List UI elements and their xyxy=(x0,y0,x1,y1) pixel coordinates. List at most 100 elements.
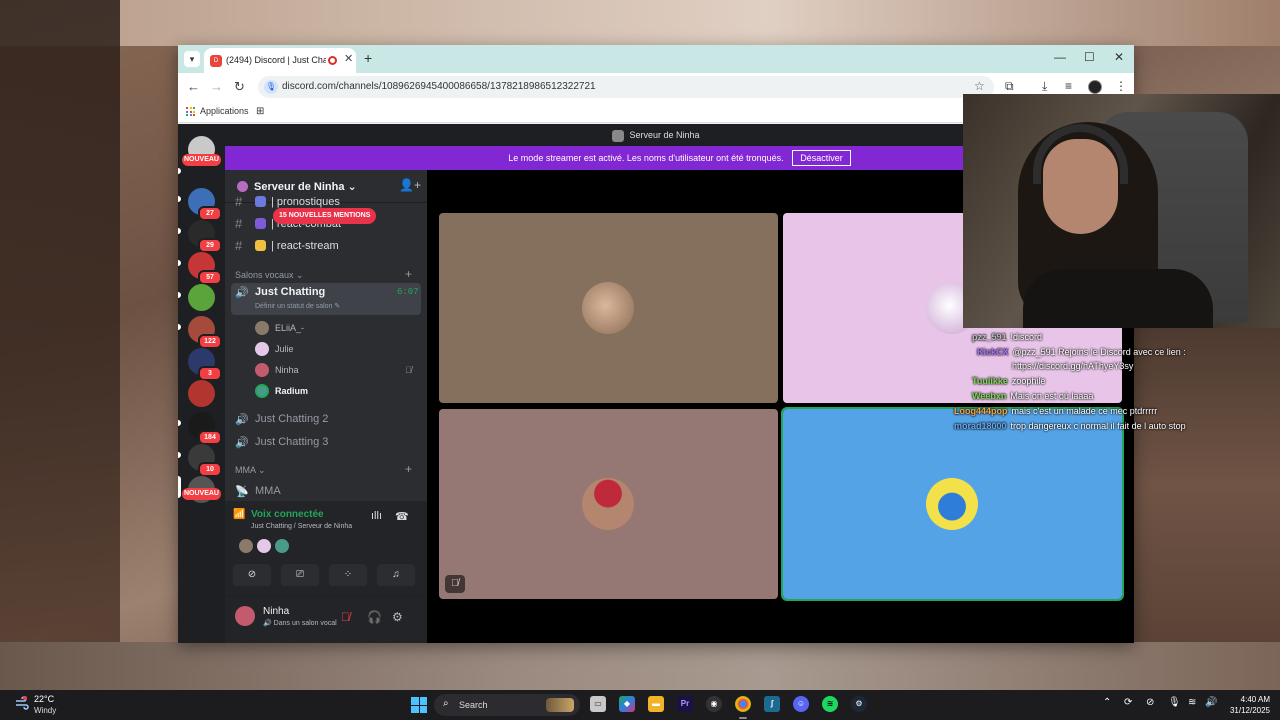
file-explorer-icon[interactable]: ▬ xyxy=(648,696,664,712)
search-highlight-icon xyxy=(546,698,574,712)
invite-people-icon[interactable]: 👤+ xyxy=(399,178,421,192)
obs-icon[interactable]: ◉ xyxy=(706,696,722,712)
sync-icon[interactable]: ⟳ xyxy=(1124,697,1132,708)
steam-icon[interactable]: ⚙ xyxy=(851,696,867,712)
windows-start-icon[interactable] xyxy=(411,697,427,713)
tab-discord[interactable]: D (2494) Discord | Just Chatting ✕ xyxy=(204,48,356,73)
avatar xyxy=(255,342,269,356)
server-rail: NOUVEAU 27 29 57 122 3 184 10 NOUVEAU xyxy=(178,136,225,643)
microphone-permission-icon[interactable]: 🎙 xyxy=(264,80,278,94)
participant-tile[interactable] xyxy=(439,213,778,403)
server-icon-5[interactable] xyxy=(188,284,215,311)
channel-label: | react-stream xyxy=(271,240,339,252)
soundboard-button[interactable]: ♫ xyxy=(377,564,415,586)
spotify-icon[interactable]: ≋ xyxy=(822,696,838,712)
user-name: Ninha xyxy=(263,606,290,617)
avatar xyxy=(582,478,634,530)
participant-tile-speaking[interactable] xyxy=(781,407,1124,601)
member-name: Julie xyxy=(275,344,294,354)
member-name: Radium xyxy=(275,386,309,396)
windows-taskbar: 22°C Windy ⌕ Search ▭ ◆ ▬ Pr ◉ ʃ ☺ ≋ ⚙ ⌃… xyxy=(0,690,1280,720)
activities-button[interactable]: ⁘ xyxy=(329,564,367,586)
hash-icon: # xyxy=(235,194,243,209)
tray-overflow-icon[interactable]: ⌃ xyxy=(1103,697,1111,708)
taskbar-search[interactable]: ⌕ Search xyxy=(434,694,580,716)
user-panel: Ninha 🔊 Dans un salon vocal 🎙̸ 🎧 ⚙ xyxy=(225,596,427,643)
server-badge: 122 xyxy=(198,334,222,349)
unread-pill xyxy=(178,292,181,298)
bookmark-star-icon[interactable]: ☆ xyxy=(974,79,985,93)
task-view-icon[interactable]: ▭ xyxy=(590,696,606,712)
voice-category[interactable]: Salons vocaux ⌄ xyxy=(235,270,304,281)
new-tab-icon[interactable]: + xyxy=(364,50,372,66)
new-mentions-pill[interactable]: 15 NOUVELLES MENTIONS xyxy=(273,208,377,224)
apps-grid-icon[interactable] xyxy=(186,107,196,117)
tab-title: (2494) Discord | Just Chatting xyxy=(226,55,326,65)
nouveau-badge: NOUVEAU xyxy=(182,488,221,500)
tab-search-dropdown-icon[interactable]: ▾ xyxy=(184,51,200,67)
avatar xyxy=(255,363,269,377)
voice-location[interactable]: Just Chatting / Serveur de Ninha xyxy=(251,523,352,530)
voice-channel-just-chatting[interactable]: 🔊 Just Chatting 6:07 Définir un statut d… xyxy=(231,283,421,315)
headphones-icon[interactable]: 🎧 xyxy=(367,610,382,624)
wifi-icon[interactable]: ≋ xyxy=(1188,697,1196,708)
participant-tile[interactable]: 🎙̸ xyxy=(439,409,778,599)
user-status: 🔊 Dans un salon vocal xyxy=(263,620,337,627)
add-channel-icon[interactable]: + xyxy=(405,267,412,281)
bookmark-applications[interactable]: Applications xyxy=(200,106,249,116)
weather-condition[interactable]: Windy xyxy=(34,706,56,715)
hash-icon: # xyxy=(235,238,243,253)
minimize-icon[interactable]: — xyxy=(1054,50,1066,64)
chat-message: morad18000 trop dangereux c normal il fai… xyxy=(954,421,1186,431)
voice-channel-just-chatting-3[interactable]: 🔊 Just Chatting 3 xyxy=(231,433,421,453)
notifications-off-icon[interactable]: ⊘ xyxy=(1146,697,1154,708)
camera-off-button[interactable]: ⊘ xyxy=(233,564,271,586)
noise-suppression-icon[interactable]: ıllı xyxy=(371,510,382,522)
screen-share-button[interactable]: ⎚ xyxy=(281,564,319,586)
weather-temperature[interactable]: 22°C xyxy=(34,694,54,704)
voice-channel-just-chatting-2[interactable]: 🔊 Just Chatting 2 xyxy=(231,410,421,430)
reload-icon[interactable]: ↻ xyxy=(234,79,245,95)
set-channel-status[interactable]: Définir un statut de salon ✎ xyxy=(255,302,340,310)
chrome-icon[interactable] xyxy=(735,696,751,712)
media-control-icon[interactable]: ≡ xyxy=(1065,79,1072,93)
avatar[interactable] xyxy=(235,606,255,626)
copilot-icon[interactable]: ◆ xyxy=(619,696,635,712)
mma-category[interactable]: MMA ⌄ xyxy=(235,465,266,476)
microphone-icon[interactable]: 🎙 xyxy=(1168,697,1181,708)
settings-gear-icon[interactable]: ⚙ xyxy=(392,610,403,624)
premiere-pro-icon[interactable]: Pr xyxy=(677,696,693,712)
voice-status[interactable]: Voix connectée xyxy=(251,509,324,520)
clock[interactable]: 4:40 AM 31/12/2025 xyxy=(1226,694,1270,716)
tab-groups-icon[interactable]: ⊞ xyxy=(256,106,264,117)
address-bar[interactable]: 🎙 discord.com/channels/10896269454000866… xyxy=(258,76,994,98)
background-scene-right xyxy=(1134,328,1280,642)
tab-bar: ▾ D (2494) Discord | Just Chatting ✕ + —… xyxy=(178,45,1134,73)
discord-favicon-icon: D xyxy=(210,55,222,67)
channel-emoji-icon xyxy=(255,240,266,251)
download-icon[interactable]: ⤓ xyxy=(1042,79,1047,94)
mic-muted-icon[interactable]: 🎙̸ xyxy=(341,610,350,624)
weather-wind-icon[interactable] xyxy=(14,695,30,711)
stage-channel-mma[interactable]: 📡 MMA xyxy=(231,482,421,502)
extensions-icon[interactable]: ⧉ xyxy=(1005,79,1014,94)
disconnect-icon[interactable]: ☎ xyxy=(395,510,409,523)
url-text: discord.com/channels/1089626945400086658… xyxy=(282,81,596,92)
profile-avatar[interactable] xyxy=(1088,80,1102,94)
tab-close-icon[interactable]: ✕ xyxy=(344,52,353,65)
menu-kebab-icon[interactable]: ⋮ xyxy=(1115,79,1127,93)
volume-icon[interactable]: 🔊 xyxy=(1205,697,1217,708)
close-window-icon[interactable]: ✕ xyxy=(1114,50,1124,64)
back-icon[interactable]: ← xyxy=(187,79,200,94)
avatar xyxy=(926,478,978,530)
forward-icon[interactable]: → xyxy=(210,79,223,94)
channel-react-stream[interactable]: # | react-stream xyxy=(233,236,423,256)
app-s-icon[interactable]: ʃ xyxy=(764,696,780,712)
disable-streamer-button[interactable]: Désactiver xyxy=(792,150,851,166)
maximize-icon[interactable]: ☐ xyxy=(1084,50,1095,64)
discord-icon[interactable]: ☺ xyxy=(793,696,809,712)
server-icon-8[interactable] xyxy=(188,380,215,407)
unread-pill xyxy=(178,168,181,174)
add-channel-icon[interactable]: + xyxy=(405,462,412,476)
server-badge: 27 xyxy=(198,206,222,221)
